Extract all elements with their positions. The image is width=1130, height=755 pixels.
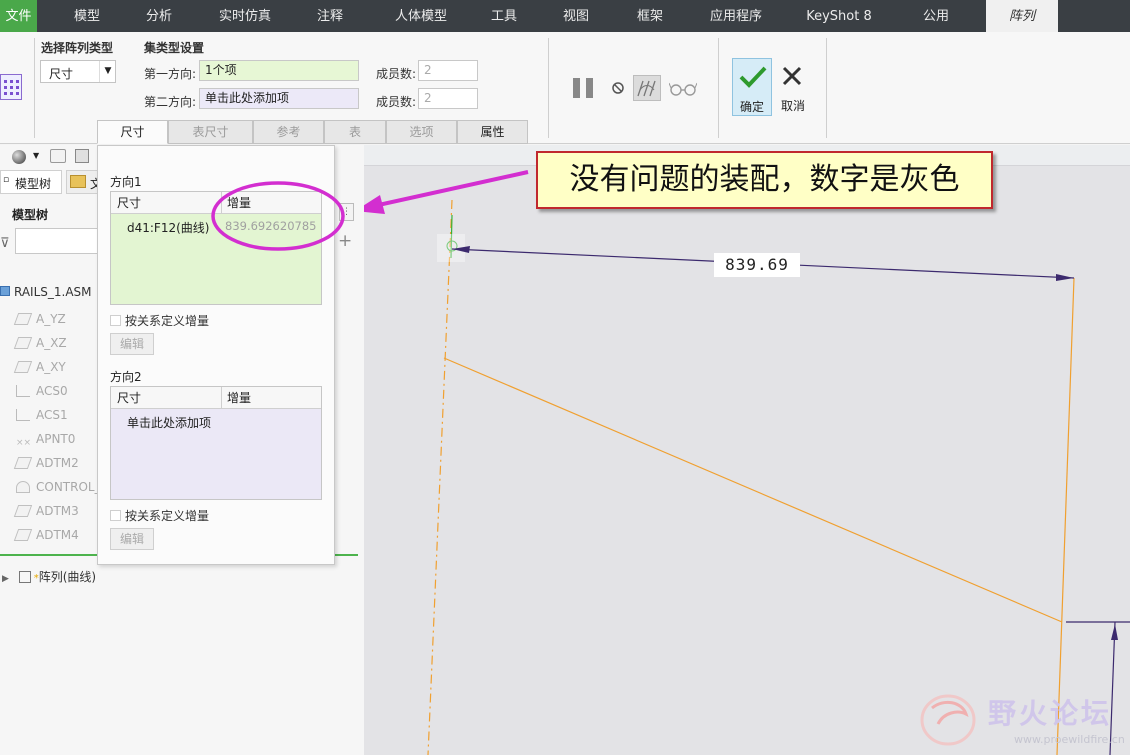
relation-checkbox-1[interactable]: 按关系定义增量 — [110, 312, 209, 329]
datum-plane-icon — [13, 361, 33, 373]
tree-item-control[interactable]: CONTROL_ — [16, 476, 101, 498]
tab-model-tree[interactable]: ▫ 模型树 — [0, 170, 62, 194]
tree-item-label: ADTM4 — [36, 528, 79, 542]
col-dimension-header: 尺寸 — [117, 196, 142, 210]
watermark-title: 野火论坛 — [988, 697, 1113, 730]
tree-item-label: A_YZ — [36, 312, 66, 326]
curve-icon — [16, 481, 30, 493]
col-increment-header: 增量 — [227, 391, 252, 405]
checkbox-label: 按关系定义增量 — [125, 509, 210, 523]
tree-item-label: ADTM2 — [36, 456, 79, 470]
coordinate-system-icon — [16, 409, 30, 421]
tree-item-adtm3[interactable]: ADTM3 — [13, 500, 79, 522]
folder-icon — [70, 175, 86, 188]
tree-item-label: ADTM3 — [36, 504, 79, 518]
tree-item-label: CONTROL_ — [36, 480, 101, 494]
dimension-value[interactable]: 839.69 — [714, 253, 800, 277]
edit-button-2[interactable]: 编辑 — [110, 528, 154, 550]
tab-model-tree-label: 模型树 — [15, 177, 52, 191]
chevron-down-icon[interactable]: ▼ — [33, 151, 39, 160]
centerline — [427, 199, 453, 755]
tree-item-label: ACS1 — [36, 408, 68, 422]
tree-search-input[interactable] — [15, 228, 98, 254]
datum-plane-icon — [13, 313, 33, 325]
watermark-url: www.proewildfire.cn — [1014, 733, 1125, 746]
datum-plane-icon — [13, 505, 33, 517]
tree-item-apnt0[interactable]: ×× APNT0 — [16, 428, 75, 450]
edit-button-1[interactable]: 编辑 — [110, 333, 154, 355]
forum-watermark: 野火论坛 www.proewildfire.cn — [918, 688, 1130, 755]
table-header: 尺寸 增量 — [111, 387, 321, 409]
tree-item-label: 阵列(曲线) — [38, 570, 97, 584]
tree-root[interactable]: RAILS_1.ASM — [0, 285, 92, 299]
model-tree-heading: 模型树 — [12, 208, 49, 222]
add-item-placeholder[interactable]: 单击此处添加项 — [127, 414, 211, 431]
tree-item-label: ACS0 — [36, 384, 68, 398]
tree-item-a-xz[interactable]: A_XZ — [13, 332, 67, 354]
curve-vertical — [1056, 277, 1075, 755]
relation-checkbox-2[interactable]: 按关系定义增量 — [110, 507, 209, 524]
callout-arrow — [373, 170, 529, 208]
tree-item-pattern[interactable]: ▶ *阵列(曲线) — [2, 568, 96, 585]
tree-root-label: RAILS_1.ASM — [14, 285, 92, 299]
direction2-title: 方向2 — [110, 370, 142, 384]
checkbox-label: 按关系定义增量 — [125, 314, 210, 328]
datum-plane-icon — [13, 457, 33, 469]
checkbox[interactable] — [110, 510, 121, 521]
tree-item-adtm4[interactable]: ADTM4 — [13, 524, 79, 546]
tree-icon: ▫ — [3, 175, 10, 185]
tree-item-label: A_XY — [36, 360, 66, 374]
tree-item-acs1[interactable]: ACS1 — [16, 404, 68, 426]
tree-item-label: A_XZ — [36, 336, 67, 350]
assembly-icon — [0, 286, 10, 296]
open-folder-icon[interactable] — [50, 149, 66, 163]
table-row-dimension[interactable]: d41:F12(曲线) — [127, 219, 209, 236]
coordinate-system-icon — [16, 385, 30, 397]
save-icon[interactable] — [75, 149, 89, 163]
tree-item-acs0[interactable]: ACS0 — [16, 380, 68, 402]
appearance-icon[interactable] — [12, 150, 26, 164]
datum-point-icon: ×× — [16, 438, 32, 448]
col-dimension-header: 尺寸 — [117, 391, 142, 405]
watermark-logo-icon — [920, 694, 976, 746]
tree-item-adtm2[interactable]: ADTM2 — [13, 452, 79, 474]
expand-arrow-icon[interactable]: ▶ — [2, 574, 9, 584]
highlight-ellipse — [211, 181, 345, 251]
curve-diagonal — [443, 357, 1063, 623]
tree-item-label: APNT0 — [36, 432, 76, 446]
direction1-title: 方向1 — [110, 175, 142, 189]
direction2-table[interactable]: 尺寸 增量 单击此处添加项 — [110, 386, 322, 500]
callout-note: 没有问题的装配，数字是灰色 — [536, 151, 993, 209]
filter-icon[interactable]: ⊽ — [0, 236, 10, 251]
datum-plane-icon — [13, 337, 33, 349]
datum-plane-icon — [13, 529, 33, 541]
tab-folder-browser[interactable]: 文 — [66, 170, 102, 194]
pattern-icon — [18, 571, 31, 583]
tree-item-a-xy[interactable]: A_XY — [13, 356, 66, 378]
tree-item-a-yz[interactable]: A_YZ — [13, 308, 66, 330]
checkbox[interactable] — [110, 315, 121, 326]
